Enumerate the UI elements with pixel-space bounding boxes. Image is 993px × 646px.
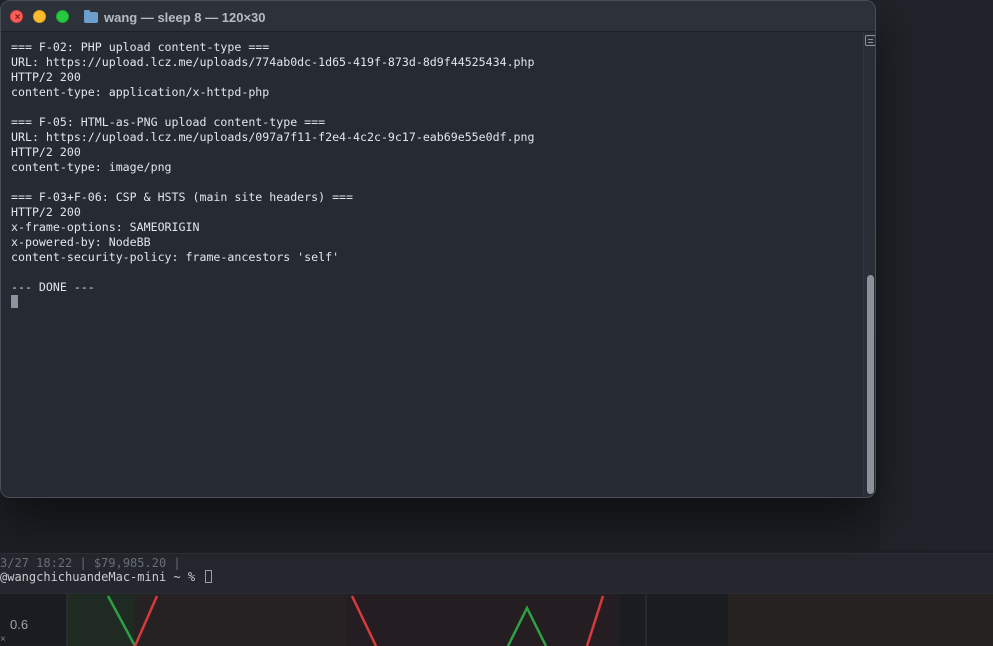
chart-canvas (66, 594, 647, 646)
window-title: wang — sleep 8 — 120×30 (104, 9, 266, 25)
terminal-window[interactable]: × wang — sleep 8 — 120×30 === F-02: PHP … (0, 0, 876, 498)
terminal-cursor-line (11, 295, 863, 310)
chart-y-tick-label: 0.6 (10, 617, 29, 632)
terminal-line: HTTP/2 200 (11, 70, 81, 84)
terminal-line: === F-03+F-06: CSP & HSTS (main site hea… (11, 190, 354, 204)
close-icon: × (14, 12, 21, 23)
terminal-line: content-type: image/png (11, 160, 172, 174)
chart-strip[interactable]: 0.6 × (0, 593, 993, 646)
terminal-line: content-security-policy: frame-ancestors… (11, 250, 340, 264)
terminal-line: HTTP/2 200 (11, 145, 81, 159)
title-bar[interactable]: × wang — sleep 8 — 120×30 (1, 1, 875, 32)
terminal-line: HTTP/2 200 (11, 205, 81, 219)
minimize-button[interactable] (33, 10, 46, 23)
chart-down-zone (135, 594, 620, 646)
close-button[interactable]: × (10, 10, 23, 23)
window-title-group: wang — sleep 8 — 120×30 (84, 8, 266, 26)
chart-close-mark-icon[interactable]: × (0, 634, 6, 645)
terminal-output[interactable]: === F-02: PHP upload content-type === UR… (1, 33, 863, 497)
scrollbar-thumb[interactable] (867, 275, 874, 494)
scrollbar-menu-icon[interactable] (865, 35, 875, 46)
terminal-line: x-frame-options: SAMEORIGIN (11, 220, 200, 234)
background-terminal-prompt-line: @wangchichuandeMac-mini ~ % (0, 570, 213, 584)
desktop: 3/27 18:22 | $79,985.20 | @wangchichuand… (0, 0, 993, 646)
background-terminal-cursor (205, 570, 213, 583)
background-terminal-status-line: 3/27 18:22 | $79,985.20 | (0, 556, 181, 570)
terminal-line: === F-02: PHP upload content-type === (11, 40, 270, 54)
folder-icon (84, 9, 98, 23)
background-terminal[interactable]: 3/27 18:22 | $79,985.20 | @wangchichuand… (0, 553, 993, 593)
terminal-line: content-type: application/x-httpd-php (11, 85, 270, 99)
terminal-line: URL: https://upload.lcz.me/uploads/774ab… (11, 55, 535, 69)
terminal-line: URL: https://upload.lcz.me/uploads/097a7… (11, 130, 535, 144)
vertical-scrollbar[interactable] (863, 33, 875, 497)
terminal-line: x-powered-by: NodeBB (11, 235, 151, 249)
background-window-area (880, 0, 993, 550)
terminal-line: --- DONE --- (11, 280, 95, 294)
terminal-line: === F-05: HTML-as-PNG upload content-typ… (11, 115, 326, 129)
background-terminal-prompt: @wangchichuandeMac-mini ~ % (0, 570, 203, 584)
terminal-cursor (11, 295, 18, 308)
maximize-button[interactable] (56, 10, 69, 23)
